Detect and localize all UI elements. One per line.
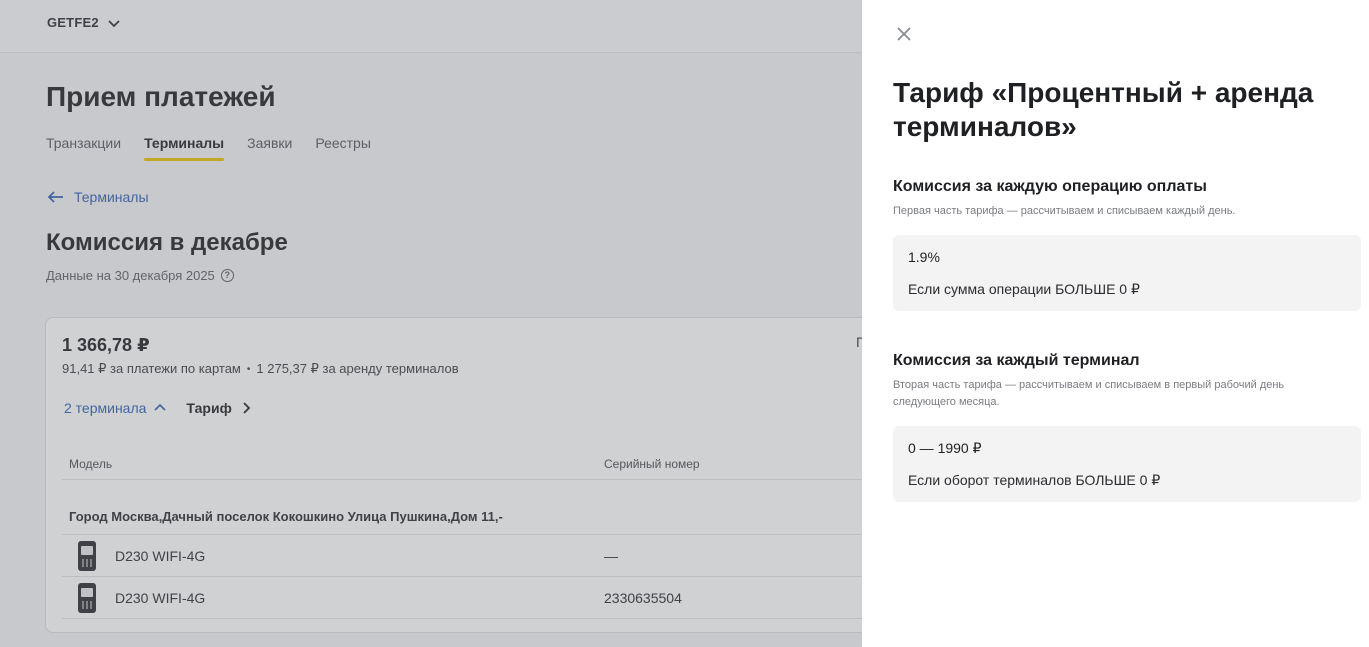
operation-fee-value: 1.9% [908, 249, 940, 265]
operation-fee-box: 1.9% Если сумма операции БОЛЬШЕ 0 ₽ [893, 235, 1361, 311]
terminal-fee-subtitle: Вторая часть тарифа — рассчитываем и спи… [893, 379, 1285, 408]
terminal-fee-box: 0 — 1990 ₽ Если оборот терминалов БОЛЬШЕ… [893, 426, 1361, 502]
terminal-fee-value: 0 — 1990 ₽ [908, 440, 982, 456]
operation-fee-subtitle: Первая часть тарифа — рассчитываем и спи… [893, 205, 1236, 217]
modal-backdrop[interactable] [0, 0, 862, 647]
operation-fee-title: Комиссия за каждую операцию оплаты [893, 178, 1207, 195]
terminal-fee-title: Комиссия за каждый терминал [893, 352, 1140, 369]
close-icon[interactable] [895, 25, 913, 43]
operation-fee-condition: Если сумма операции БОЛЬШЕ 0 ₽ [908, 281, 1140, 297]
terminal-fee-condition: Если оборот терминалов БОЛЬШЕ 0 ₽ [908, 472, 1161, 488]
tariff-side-panel: Тариф «Процентный + аренда терминалов» К… [862, 0, 1369, 647]
panel-title: Тариф «Процентный + аренда терминалов» [893, 77, 1314, 142]
